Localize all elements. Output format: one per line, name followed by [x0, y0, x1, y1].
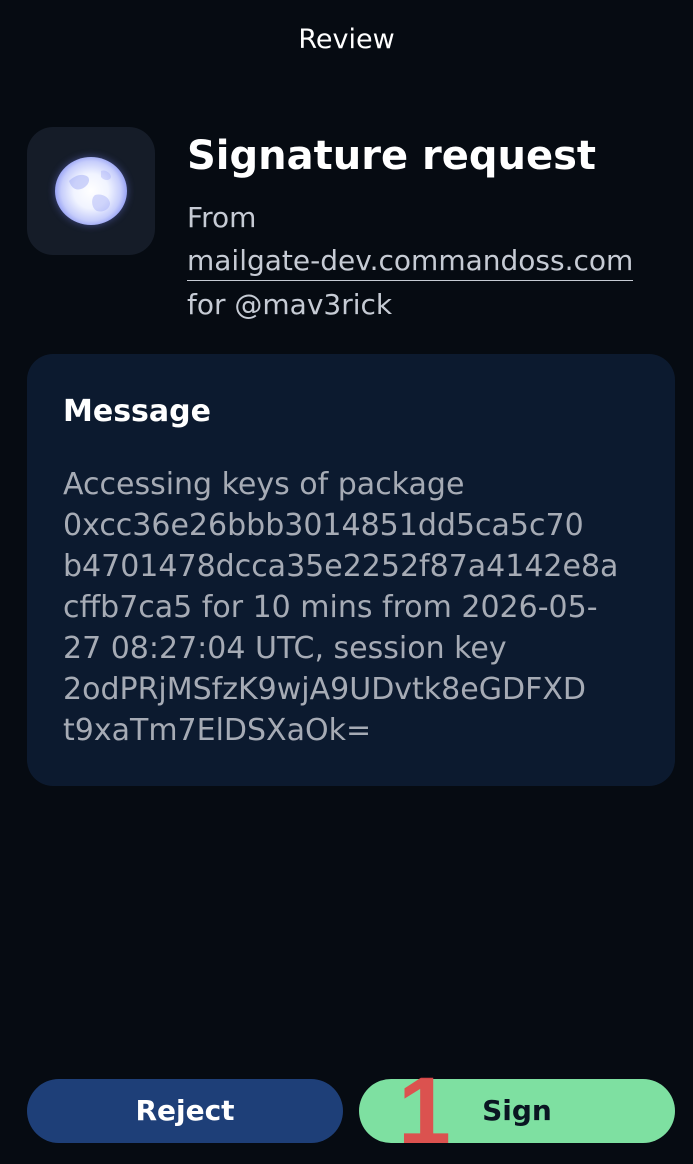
globe-icon-shading	[69, 170, 111, 212]
message-body: Accessing keys of package 0xcc36e26bbb30…	[63, 467, 619, 748]
message-heading: Message	[63, 394, 211, 429]
account-label: for @mav3rick	[187, 288, 393, 321]
annotation-marker: 1	[398, 1058, 451, 1164]
reject-button[interactable]: Reject	[27, 1079, 343, 1143]
signature-request-title: Signature request	[187, 133, 597, 179]
message-card: Message Accessing keys of package 0xcc36…	[27, 354, 675, 786]
origin-link[interactable]: mailgate-dev.commandoss.com	[187, 242, 634, 281]
page-title: Review	[298, 24, 395, 55]
from-label: From	[187, 201, 257, 234]
globe-icon	[55, 157, 127, 225]
app-icon	[27, 127, 155, 255]
